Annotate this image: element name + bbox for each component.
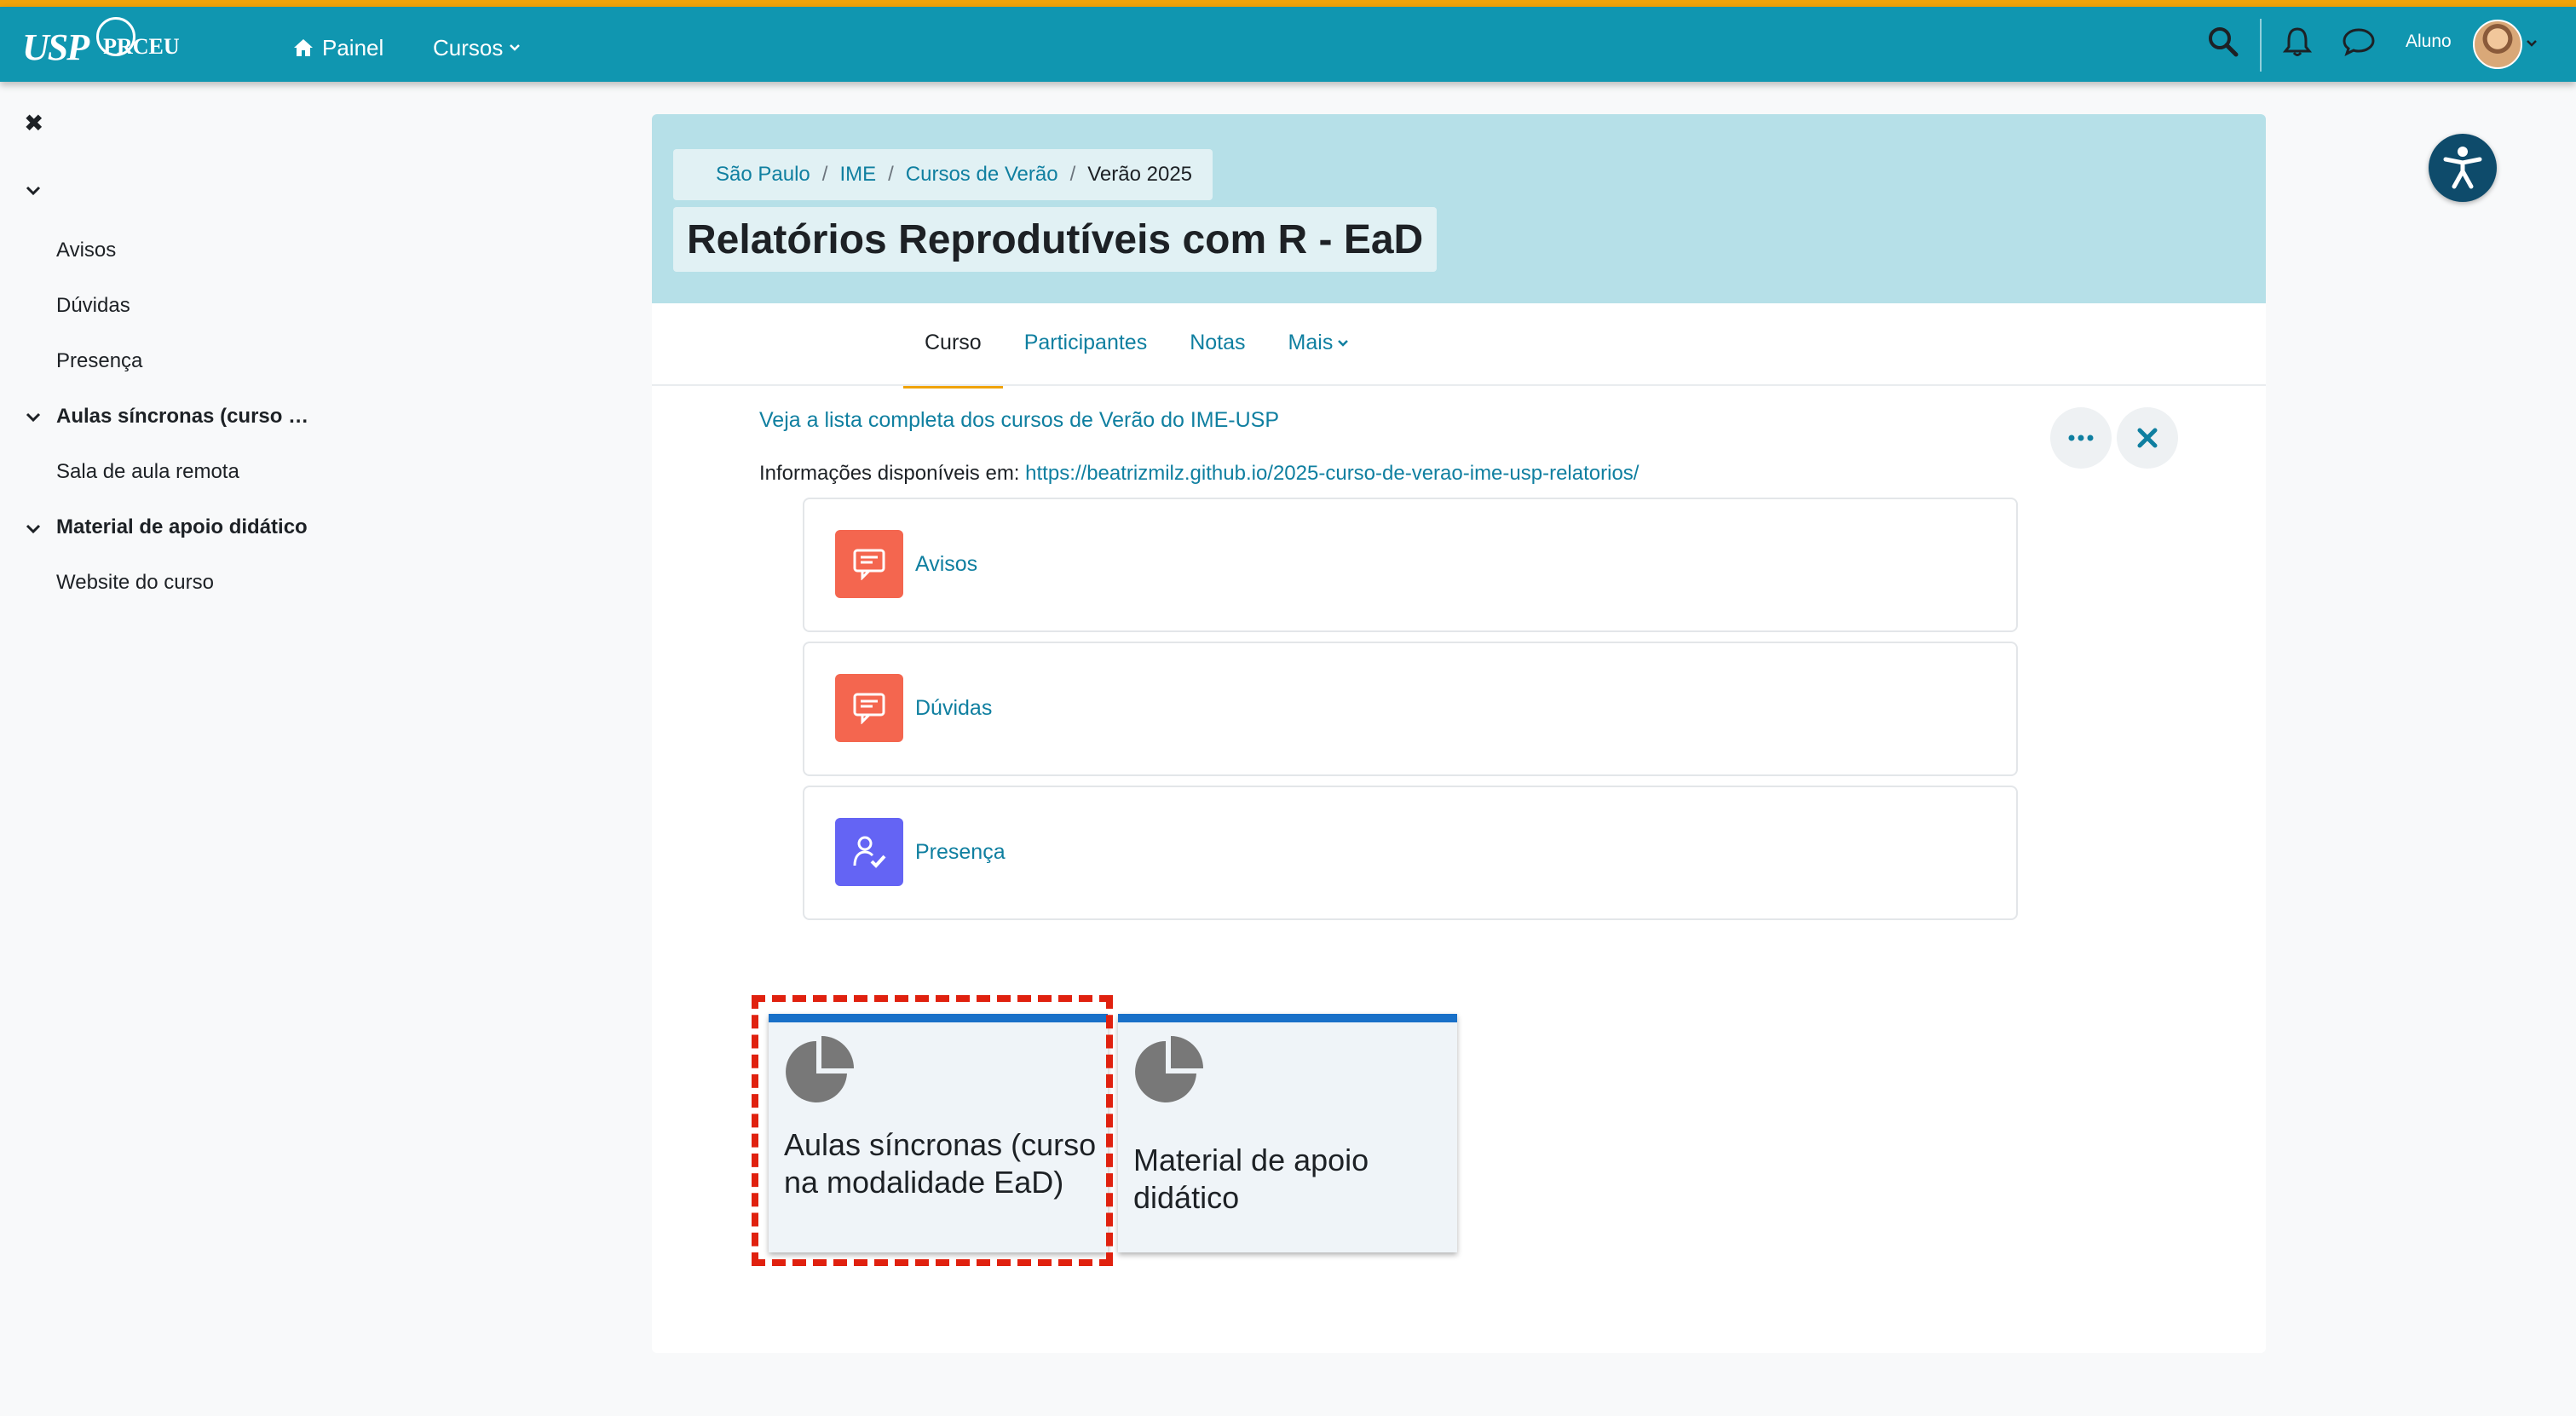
navbar-divider: [2260, 19, 2262, 72]
chevron-down-icon[interactable]: [24, 411, 43, 424]
breadcrumb-separator: /: [888, 163, 894, 186]
activity-duvidas[interactable]: Dúvidas: [803, 642, 2018, 776]
highlight-box: [752, 995, 1113, 1266]
drawer-section-aulas-sincronas[interactable]: Aulas síncronas (curso …: [56, 405, 308, 429]
course-tabs: Curso Participantes Notas Mais: [903, 315, 1372, 389]
activity-presenca[interactable]: Presença: [803, 786, 2018, 920]
user-avatar[interactable]: [2473, 20, 2522, 69]
breadcrumb-separator: /: [1069, 163, 1076, 186]
home-icon: [294, 39, 313, 56]
attendance-icon: [835, 818, 903, 886]
breadcrumb-current: Verão 2025: [1087, 163, 1193, 186]
bell-icon[interactable]: [2282, 26, 2313, 58]
tab-notas[interactable]: Notas: [1168, 315, 1266, 385]
tabs-divider: [652, 384, 2266, 386]
drawer-item-duvidas[interactable]: Dúvidas: [56, 294, 130, 318]
drawer-item-website[interactable]: Website do curso: [56, 571, 214, 595]
breadcrumb-item[interactable]: São Paulo: [716, 163, 810, 187]
messages-icon[interactable]: [2342, 27, 2376, 56]
top-navbar: USP PRCEU Painel Cursos: [0, 7, 2576, 82]
pie-chart-icon: [1135, 1036, 1203, 1102]
nav-painel[interactable]: Painel: [293, 31, 383, 65]
close-drawer-icon[interactable]: ✖: [24, 109, 43, 137]
chevron-down-icon[interactable]: [24, 184, 43, 198]
chevron-down-icon: [510, 44, 521, 51]
drawer-item-avisos[interactable]: Avisos: [56, 239, 116, 262]
drawer-item-sala-remota[interactable]: Sala de aula remota: [56, 460, 239, 484]
usp-prceu-logo[interactable]: USP PRCEU: [22, 17, 180, 68]
activity-avisos[interactable]: Avisos: [803, 498, 2018, 632]
nav-painel-label: Painel: [322, 34, 384, 60]
activity-name[interactable]: Presença: [915, 840, 1006, 865]
course-list-link[interactable]: Veja a lista completa dos cursos de Verã…: [759, 408, 1279, 433]
forum-icon: [835, 530, 903, 598]
close-icon: [2137, 428, 2158, 448]
ellipsis-icon: [2068, 435, 2094, 441]
breadcrumb-separator: /: [821, 163, 828, 186]
chevron-down-icon[interactable]: [24, 522, 43, 536]
chevron-down-icon[interactable]: [2525, 38, 2539, 49]
tab-mais-label: Mais: [1288, 331, 1334, 354]
tab-mais[interactable]: Mais: [1267, 315, 1372, 385]
accessibility-button[interactable]: [2429, 134, 2497, 202]
info-label: Informações disponíveis em:: [759, 462, 1020, 485]
tab-curso[interactable]: Curso: [903, 315, 1003, 389]
page-title: Relatórios Reprodutíveis com R - EaD: [673, 207, 1438, 272]
search-icon[interactable]: [2207, 26, 2239, 58]
info-url-link[interactable]: https://beatrizmilz.github.io/2025-curso…: [1025, 462, 1639, 485]
breadcrumb-item[interactable]: Cursos de Verão: [906, 163, 1058, 187]
accessibility-icon: [2443, 147, 2482, 189]
user-name: Aluno: [2406, 32, 2452, 51]
activity-name[interactable]: Dúvidas: [915, 696, 992, 721]
nav-cursos-label: Cursos: [433, 34, 504, 60]
breadcrumb: São Paulo / IME / Cursos de Verão / Verã…: [673, 149, 1213, 200]
activity-name[interactable]: Avisos: [915, 552, 977, 577]
chevron-down-icon: [1338, 340, 1349, 347]
nav-cursos-dropdown[interactable]: Cursos: [433, 31, 522, 65]
drawer-item-presenca[interactable]: Presença: [56, 349, 142, 373]
logo-usp-text: USP: [22, 26, 89, 68]
breadcrumb-item[interactable]: IME: [839, 163, 876, 187]
drawer-section-material[interactable]: Material de apoio didático: [56, 515, 308, 539]
more-options-button[interactable]: [2050, 407, 2112, 469]
accent-stripe: [0, 0, 2576, 7]
info-text: Informações disponíveis em: https://beat…: [759, 462, 1639, 486]
close-index-button[interactable]: [2117, 407, 2178, 469]
tab-participantes[interactable]: Participantes: [1003, 315, 1169, 385]
tile-title: Material de apoio didático: [1133, 1143, 1369, 1215]
forum-icon: [835, 674, 903, 742]
logo-prceu-text: PRCEU: [96, 17, 180, 59]
section-tile-material[interactable]: Material de apoio didático: [1118, 1014, 1457, 1252]
